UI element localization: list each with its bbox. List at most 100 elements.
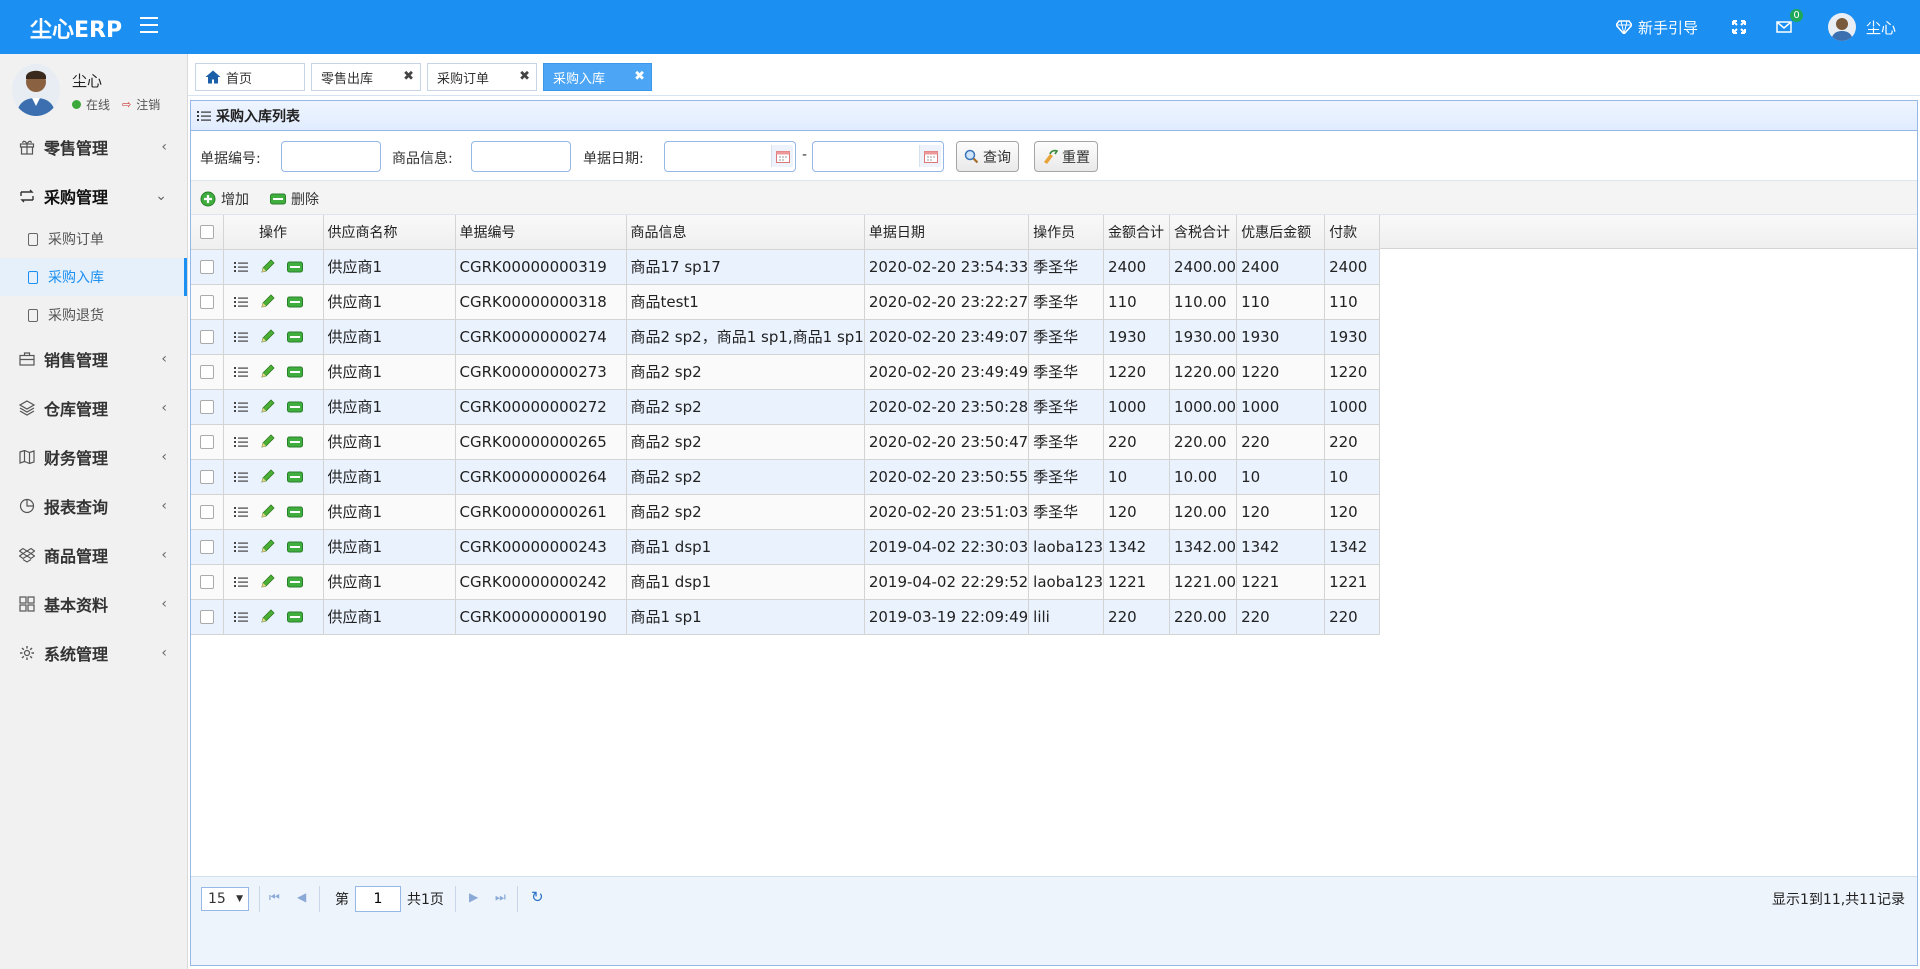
- calendar-icon[interactable]: [771, 145, 793, 167]
- row-checkbox[interactable]: [199, 364, 214, 379]
- tab-purchase-order[interactable]: 采购订单 ✖: [427, 63, 537, 91]
- column-header[interactable]: 含税合计: [1169, 215, 1238, 250]
- sidebar-item-finance[interactable]: 财务管理 ‹: [0, 432, 187, 481]
- user-menu[interactable]: 尘心: [1828, 0, 1896, 54]
- mail-button[interactable]: 0: [1776, 0, 1803, 54]
- column-header[interactable]: 优惠后金额: [1236, 215, 1326, 250]
- calendar-icon[interactable]: [919, 145, 941, 167]
- edit-pencil-icon[interactable]: [260, 574, 275, 589]
- delete-row-icon[interactable]: [286, 261, 303, 273]
- sidebar-item-reports[interactable]: 报表查询 ‹: [0, 481, 187, 530]
- row-checkbox-cell[interactable]: [191, 529, 224, 565]
- detail-list-icon[interactable]: [233, 506, 248, 518]
- row-checkbox[interactable]: [199, 294, 214, 309]
- edit-pencil-icon[interactable]: [260, 609, 275, 624]
- select-all-checkbox-cell[interactable]: [191, 215, 224, 250]
- column-header[interactable]: 供应商名称: [323, 215, 456, 250]
- delete-row-icon[interactable]: [286, 541, 303, 553]
- detail-list-icon[interactable]: [233, 576, 248, 588]
- close-icon[interactable]: ✖: [403, 69, 414, 84]
- column-header[interactable]: 单据日期: [864, 215, 1030, 250]
- row-checkbox-cell[interactable]: [191, 284, 224, 320]
- delete-row-icon[interactable]: [286, 471, 303, 483]
- edit-pencil-icon[interactable]: [260, 504, 275, 519]
- edit-pencil-icon[interactable]: [260, 434, 275, 449]
- table-row[interactable]: 供应商1 CGRK00000000273 商品2 sp2 2020-02-20 23:…: [191, 354, 1381, 390]
- page-number-input[interactable]: [355, 886, 401, 912]
- row-checkbox[interactable]: [199, 399, 214, 414]
- column-header[interactable]: 付款: [1324, 215, 1381, 250]
- row-checkbox-cell[interactable]: [191, 249, 224, 285]
- column-header[interactable]: 操作员: [1028, 215, 1105, 250]
- last-page-icon[interactable]: ⏭: [495, 890, 506, 905]
- bill-no-input[interactable]: [281, 141, 381, 172]
- delete-row-icon[interactable]: [286, 366, 303, 378]
- tab-retail-outbound[interactable]: 零售出库 ✖: [311, 63, 421, 91]
- close-icon[interactable]: ✖: [519, 69, 530, 84]
- row-checkbox-cell[interactable]: [191, 389, 224, 425]
- logout-icon[interactable]: ⇨: [122, 98, 131, 111]
- row-checkbox[interactable]: [199, 329, 214, 344]
- delete-row-icon[interactable]: [286, 576, 303, 588]
- detail-list-icon[interactable]: [233, 296, 248, 308]
- table-row[interactable]: 供应商1 CGRK00000000274 商品2 sp2，商品1 sp1,商品1 s…: [191, 319, 1381, 355]
- row-checkbox-cell[interactable]: [191, 319, 224, 355]
- delete-row-icon[interactable]: [286, 296, 303, 308]
- delete-row-icon[interactable]: [286, 401, 303, 413]
- row-checkbox[interactable]: [199, 469, 214, 484]
- edit-pencil-icon[interactable]: [260, 259, 275, 274]
- logout-link[interactable]: 注销: [136, 96, 160, 113]
- delete-row-icon[interactable]: [286, 331, 303, 343]
- sidebar-item-system[interactable]: 系统管理 ‹: [0, 628, 187, 677]
- delete-row-icon[interactable]: [286, 436, 303, 448]
- detail-list-icon[interactable]: [233, 366, 248, 378]
- edit-pencil-icon[interactable]: [260, 399, 275, 414]
- row-checkbox-cell[interactable]: [191, 599, 224, 635]
- sidebar-subitem-purchase-return[interactable]: 采购退货: [0, 296, 187, 334]
- delete-row-icon[interactable]: [286, 611, 303, 623]
- tab-purchase-inbound[interactable]: 采购入库 ✖: [543, 63, 652, 91]
- sidebar-item-retail[interactable]: 零售管理 ‹: [0, 122, 187, 171]
- detail-list-icon[interactable]: [233, 541, 248, 553]
- edit-pencil-icon[interactable]: [260, 539, 275, 554]
- tab-home[interactable]: 首页: [195, 63, 305, 91]
- sidebar-subitem-purchase-inbound[interactable]: 采购入库: [0, 258, 187, 296]
- row-checkbox-cell[interactable]: [191, 494, 224, 530]
- column-header[interactable]: 单据编号: [455, 215, 627, 250]
- detail-list-icon[interactable]: [233, 436, 248, 448]
- close-icon[interactable]: ✖: [634, 69, 645, 84]
- delete-button[interactable]: 删除: [270, 189, 319, 209]
- edit-pencil-icon[interactable]: [260, 364, 275, 379]
- table-row[interactable]: 供应商1 CGRK00000000243 商品1 dsp1 2019-04-02 22…: [191, 529, 1381, 565]
- row-checkbox-cell[interactable]: [191, 424, 224, 460]
- row-checkbox[interactable]: [199, 609, 214, 624]
- guide-link[interactable]: 新手引导: [1616, 0, 1698, 54]
- table-row[interactable]: 供应商1 CGRK00000000242 商品1 dsp1 2019-04-02 22…: [191, 564, 1381, 600]
- table-row[interactable]: 供应商1 CGRK00000000318 商品test1 2020-02-20 23:…: [191, 284, 1381, 320]
- edit-pencil-icon[interactable]: [260, 329, 275, 344]
- fullscreen-button[interactable]: [1732, 0, 1746, 54]
- row-checkbox[interactable]: [199, 574, 214, 589]
- first-page-icon[interactable]: ⏮: [269, 890, 280, 905]
- delete-row-icon[interactable]: [286, 506, 303, 518]
- sidebar-item-warehouse[interactable]: 仓库管理 ‹: [0, 383, 187, 432]
- table-row[interactable]: 供应商1 CGRK00000000261 商品2 sp2 2020-02-20 23:…: [191, 494, 1381, 530]
- table-row[interactable]: 供应商1 CGRK00000000190 商品1 sp1 2019-03-19 22:…: [191, 599, 1381, 635]
- row-checkbox[interactable]: [199, 259, 214, 274]
- sidebar-item-sales[interactable]: 销售管理 ‹: [0, 334, 187, 383]
- column-header[interactable]: 金额合计: [1103, 215, 1171, 250]
- edit-pencil-icon[interactable]: [260, 294, 275, 309]
- sidebar-item-products[interactable]: 商品管理 ‹: [0, 530, 187, 579]
- row-checkbox[interactable]: [199, 504, 214, 519]
- select-all-checkbox[interactable]: [199, 224, 214, 239]
- table-row[interactable]: 供应商1 CGRK00000000264 商品2 sp2 2020-02-20 23:…: [191, 459, 1381, 495]
- row-checkbox-cell[interactable]: [191, 564, 224, 600]
- table-row[interactable]: 供应商1 CGRK00000000319 商品17 sp17 2020-02-20 2…: [191, 249, 1381, 285]
- sidebar-item-basic-data[interactable]: 基本资料 ‹: [0, 579, 187, 628]
- row-checkbox-cell[interactable]: [191, 459, 224, 495]
- column-header[interactable]: 商品信息: [626, 215, 865, 250]
- next-page-icon[interactable]: ▶: [469, 890, 478, 904]
- row-checkbox[interactable]: [199, 434, 214, 449]
- detail-list-icon[interactable]: [233, 261, 248, 273]
- brand-logo[interactable]: 尘心ERP: [30, 12, 122, 44]
